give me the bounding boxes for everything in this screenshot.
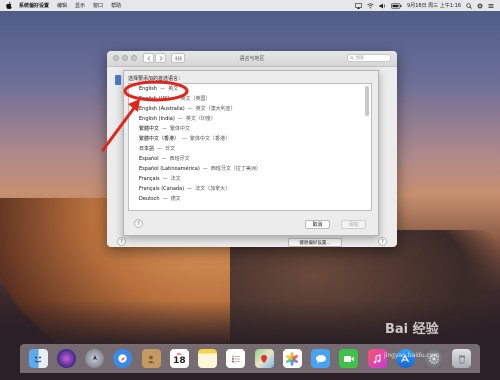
language-option[interactable]: English (UK) — 英文（英国） [129, 94, 371, 104]
launchpad-icon[interactable] [85, 349, 105, 368]
search-field[interactable]: 搜索 [347, 54, 391, 62]
keyboard-preferences-button[interactable]: 键盘偏好设置... [288, 238, 342, 247]
language-separator: — [172, 96, 178, 102]
language-name: 繁體中文 [139, 126, 160, 132]
add-language-sheet: 选择要添加的首选语言： English — 英文 English (UK) — 英文（英国… [123, 70, 379, 236]
language-name: Español (Latinoamérica) [139, 166, 200, 172]
calendar-icon[interactable]: JUL 18 [169, 349, 189, 368]
watermark-logo: Bai 经验 [385, 322, 439, 337]
menu-help[interactable]: 帮助 [111, 2, 121, 9]
search-placeholder: 搜索 [356, 55, 364, 60]
trash-icon[interactable] [452, 349, 472, 368]
language-option[interactable]: Español (Latinoamérica) — 西班牙文（拉丁美洲） [129, 164, 371, 174]
language-native-name: 繁体中文（香港） [190, 136, 231, 142]
finder-icon[interactable] [28, 349, 48, 368]
language-native-name: 英文（印度） [185, 116, 216, 122]
reminders-icon[interactable] [226, 349, 246, 368]
language-separator: — [162, 176, 168, 182]
status-area: 9月18日 周三 上午1:16 [350, 2, 494, 9]
volume-icon[interactable] [379, 3, 386, 9]
clock[interactable]: 9月18日 周三 上午1:16 [407, 2, 461, 9]
wifi-icon[interactable] [367, 2, 374, 9]
cancel-button[interactable]: 取消 [305, 220, 330, 229]
language-region-icon [115, 75, 121, 85]
language-separator: — [157, 146, 163, 152]
language-native-name: 日文 [165, 146, 176, 152]
battery-icon[interactable] [391, 2, 402, 9]
language-separator: — [162, 196, 168, 202]
language-name: English (UK) [139, 96, 170, 102]
language-native-name: 法文（加拿大） [195, 186, 231, 192]
search-icon [350, 56, 354, 60]
calendar-day: 18 [173, 355, 186, 366]
language-separator: — [182, 136, 188, 142]
help-button[interactable]: ? [117, 237, 126, 246]
language-separator: — [187, 186, 193, 192]
language-separator: — [187, 106, 193, 112]
language-option[interactable]: Français (Canada) — 法文（加拿大） [129, 184, 371, 194]
language-option[interactable]: 日本語 — 日文 [129, 144, 371, 154]
watermark-url: jingyan.baidu.com [384, 352, 440, 359]
language-separator: — [202, 166, 208, 172]
language-option[interactable]: 繁體中文（香港） — 繁体中文（香港） [129, 134, 371, 144]
language-option[interactable]: English — 英文 [129, 84, 371, 94]
sheet-prompt: 选择要添加的首选语言： [128, 76, 184, 82]
language-native-name: 西班牙文 [169, 156, 190, 162]
maps-icon[interactable] [254, 349, 274, 368]
language-option[interactable]: 繁體中文 — 繁体中文 [129, 124, 371, 134]
scrollbar[interactable] [365, 86, 369, 116]
language-name: Français (Canada) [139, 186, 185, 192]
menu-window[interactable]: 窗口 [93, 2, 103, 9]
language-option[interactable]: Deutsch — 德文 [129, 194, 371, 204]
contacts-icon[interactable] [141, 349, 161, 368]
language-separator: — [161, 156, 167, 162]
menu-edit[interactable]: 编辑 [57, 2, 67, 9]
language-option[interactable]: Español — 西班牙文 [129, 154, 371, 164]
language-name: Deutsch [139, 196, 160, 202]
language-name: 日本語 [139, 146, 155, 152]
language-native-name: 德文 [170, 196, 181, 202]
siri-menu-icon[interactable] [477, 3, 483, 9]
spotlight-icon[interactable] [466, 2, 472, 9]
menu-view[interactable]: 显示 [75, 2, 85, 9]
language-list[interactable]: English — 英文 English (UK) — 英文（英国） English (Au… [128, 83, 372, 211]
safari-icon[interactable] [113, 349, 133, 368]
facetime-icon[interactable] [339, 349, 359, 368]
language-option[interactable]: English (India) — 英文（印度） [129, 114, 371, 124]
photos-icon[interactable] [282, 349, 302, 368]
siri-icon[interactable] [56, 349, 76, 368]
language-native-name: 英文（英国） [180, 96, 211, 102]
window-titlebar: 语言与地区 搜索 [107, 51, 397, 67]
help-button-bottom[interactable]: ? [378, 237, 387, 246]
language-native-name: 英文（澳大利亚） [195, 106, 236, 112]
sheet-help-button[interactable]: ? [134, 219, 143, 228]
notification-center-icon[interactable] [488, 3, 494, 9]
messages-icon[interactable] [311, 349, 331, 368]
add-button[interactable]: 添加 [341, 220, 366, 229]
notes-icon[interactable] [198, 349, 218, 368]
language-native-name: 英文 [168, 86, 179, 92]
language-native-name: 西班牙文（拉丁美洲） [210, 166, 261, 172]
language-separator: — [177, 116, 183, 122]
language-name: Español [139, 156, 159, 162]
airplay-icon[interactable] [355, 2, 362, 9]
language-name: 繁體中文（香港） [139, 136, 180, 142]
language-name: English (India) [139, 116, 175, 122]
language-native-name: 法文 [170, 176, 181, 182]
menu-bar: 系统偏好设置 编辑 显示 窗口 帮助 9月18日 周三 上午1:16 [0, 0, 500, 11]
language-native-name: 繁体中文 [170, 126, 191, 132]
language-name: Français [139, 176, 160, 182]
language-separator: — [162, 126, 168, 132]
apple-menu-icon[interactable] [5, 2, 13, 10]
language-name: English [139, 86, 158, 92]
language-separator: — [160, 86, 166, 92]
language-option[interactable]: Français — 法文 [129, 174, 371, 184]
language-name: English (Australia) [139, 106, 185, 112]
app-menu[interactable]: 系统偏好设置 [19, 2, 49, 9]
language-option[interactable]: English (Australia) — 英文（澳大利亚） [129, 104, 371, 114]
